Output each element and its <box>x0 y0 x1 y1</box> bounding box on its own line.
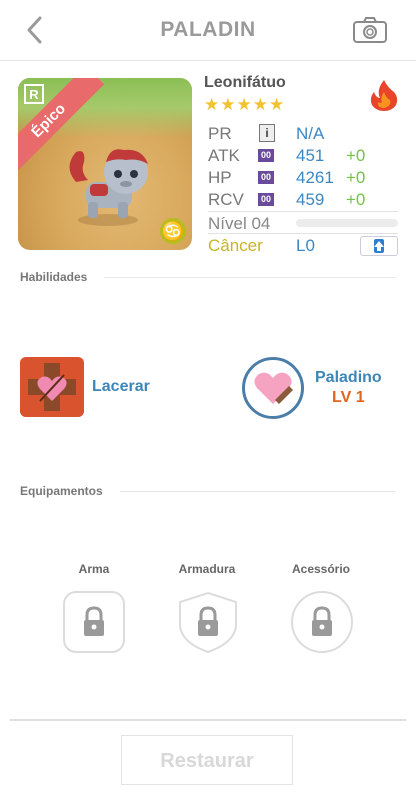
stat-row-pr: PR i N/A <box>208 124 400 146</box>
stat-label: RCV <box>208 190 244 209</box>
section-divider <box>104 277 396 278</box>
leader-skill-badge[interactable] <box>242 357 304 419</box>
level-progress-bar <box>296 219 398 227</box>
sign-rank: L0 <box>296 236 315 255</box>
divider <box>208 211 398 212</box>
stat-badge-icon: 00 <box>258 149 274 162</box>
accessory-slot[interactable] <box>290 590 354 654</box>
section-divider <box>120 491 396 492</box>
camera-icon[interactable] <box>352 15 388 45</box>
upgrade-button[interactable] <box>360 236 398 256</box>
divider <box>208 233 398 234</box>
active-skill-name[interactable]: Lacerar <box>92 378 150 396</box>
stat-row-hp: HP 00 4261 +0 <box>208 168 400 190</box>
stat-bonus: +0 <box>346 190 366 209</box>
armor-slot[interactable] <box>176 590 240 654</box>
footer-divider <box>10 719 406 721</box>
stat-label: PR <box>208 124 232 143</box>
equipment-label-weapon: Arma <box>78 562 110 576</box>
stat-badge-icon: 00 <box>258 193 274 206</box>
stat-badge-icon: 00 <box>258 171 274 184</box>
stat-row-atk: ATK 00 451 +0 <box>208 146 400 168</box>
info-icon[interactable]: i <box>259 124 275 142</box>
monster-figure <box>69 149 148 226</box>
restore-button[interactable]: Restaurar <box>121 735 293 785</box>
stat-bonus: +0 <box>346 146 366 165</box>
stat-value: 451 <box>296 146 325 165</box>
leader-skill-level: LV 1 <box>332 389 365 406</box>
zodiac-badge: ♋ <box>160 218 186 244</box>
stat-value: N/A <box>296 124 325 143</box>
leader-skill-name: Paladino <box>315 369 382 386</box>
monster-name: Leonifátuo <box>204 74 286 91</box>
stat-row-rcv: RCV 00 459 +0 <box>208 190 400 212</box>
star-rating: ★★★★★ <box>204 95 286 114</box>
section-title-skills: Habilidades <box>20 270 88 284</box>
lacerar-skill-icon[interactable] <box>20 357 84 417</box>
top-bar: PALADIN <box>0 0 416 61</box>
weapon-slot[interactable] <box>62 590 126 654</box>
section-title-equipment: Equipamentos <box>20 484 103 498</box>
equipment-label-armor: Armadura <box>178 562 236 576</box>
equipment-label-accessory: Acessório <box>291 562 351 576</box>
arrow-up-icon <box>374 239 384 253</box>
stat-value: 4261 <box>296 168 334 187</box>
level-label: Nível 04 <box>208 214 271 233</box>
zodiac-sign-label: Câncer <box>208 236 263 255</box>
stat-value: 459 <box>296 190 325 209</box>
stat-bonus: +0 <box>346 168 366 187</box>
rarity-badge: R <box>24 84 44 104</box>
heart-shield-icon <box>254 372 293 404</box>
stat-label: ATK <box>208 146 240 165</box>
rarity-badge-letter: R <box>29 87 39 102</box>
fire-icon <box>370 80 398 111</box>
stat-label: HP <box>208 168 232 187</box>
monster-portrait[interactable]: R Épico ♋ <box>18 78 192 250</box>
